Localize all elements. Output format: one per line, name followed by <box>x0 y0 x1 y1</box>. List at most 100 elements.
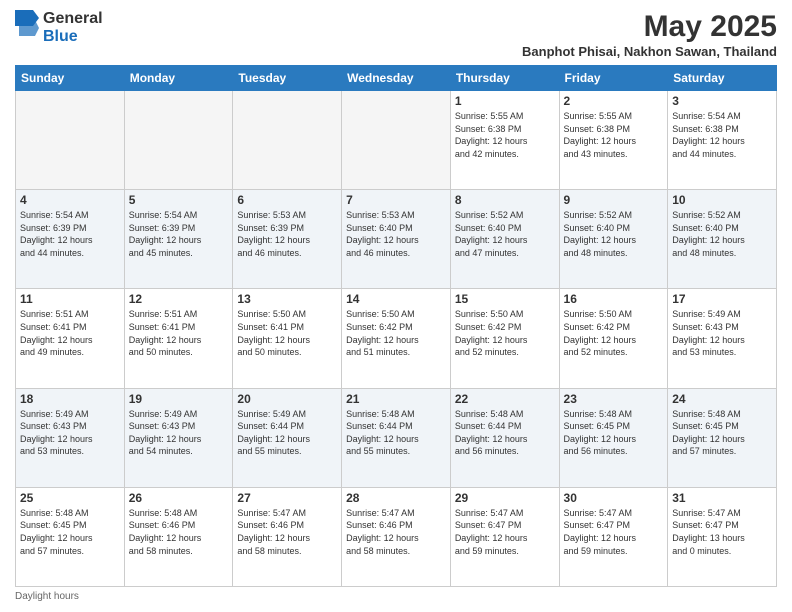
calendar-cell: 13Sunrise: 5:50 AM Sunset: 6:41 PM Dayli… <box>233 289 342 388</box>
calendar-cell: 16Sunrise: 5:50 AM Sunset: 6:42 PM Dayli… <box>559 289 668 388</box>
day-info: Sunrise: 5:47 AM Sunset: 6:47 PM Dayligh… <box>672 507 772 557</box>
calendar-week-4: 18 Sunrise: 5:49 AM Sunset: 6:43 PM Dayli… <box>16 388 777 487</box>
day-number: 4 <box>20 193 120 207</box>
calendar-cell: 1 Sunrise: 5:55 AM Sunset: 6:38 PM Daylig… <box>450 91 559 190</box>
calendar-cell <box>16 91 125 190</box>
day-number: 9 <box>564 193 664 207</box>
calendar-cell: 31 Sunrise: 5:47 AM Sunset: 6:47 PM Dayli… <box>668 487 777 586</box>
day-info: Sunrise: 5:47 AM Sunset: 6:46 PM Dayligh… <box>346 507 446 557</box>
day-info: Sunrise: 5:54 AM Sunset: 6:38 PM Dayligh… <box>672 110 772 160</box>
day-info: Sunrise: 5:55 AM Sunset: 6:38 PM Dayligh… <box>564 110 664 160</box>
day-info: Sunrise: 5:51 AM Sunset: 6:41 PM Dayligh… <box>129 308 229 358</box>
day-info: Sunrise: 5:48 AM Sunset: 6:45 PM Dayligh… <box>672 408 772 458</box>
day-info: Sunrise: 5:47 AM Sunset: 6:47 PM Dayligh… <box>564 507 664 557</box>
calendar-cell: 28 Sunrise: 5:47 AM Sunset: 6:46 PM Dayli… <box>342 487 451 586</box>
day-info: Sunrise: 5:52 AM Sunset: 6:40 PM Dayligh… <box>564 209 664 259</box>
calendar-cell: 8Sunrise: 5:52 AM Sunset: 6:40 PM Daylig… <box>450 190 559 289</box>
title-section: May 2025 Banphot Phisai, Nakhon Sawan, T… <box>522 10 777 59</box>
day-number: 2 <box>564 94 664 108</box>
calendar-header-row: SundayMondayTuesdayWednesdayThursdayFrid… <box>16 66 777 91</box>
calendar-table: SundayMondayTuesdayWednesdayThursdayFrid… <box>15 65 777 587</box>
day-info: Sunrise: 5:48 AM Sunset: 6:44 PM Dayligh… <box>455 408 555 458</box>
calendar-cell: 29 Sunrise: 5:47 AM Sunset: 6:47 PM Dayli… <box>450 487 559 586</box>
calendar-cell: 2 Sunrise: 5:55 AM Sunset: 6:38 PM Daylig… <box>559 91 668 190</box>
calendar-header-saturday: Saturday <box>668 66 777 91</box>
calendar-cell: 21Sunrise: 5:48 AM Sunset: 6:44 PM Dayli… <box>342 388 451 487</box>
day-number: 7 <box>346 193 446 207</box>
day-number: 28 <box>346 491 446 505</box>
day-info: Sunrise: 5:54 AM Sunset: 6:39 PM Dayligh… <box>20 209 120 259</box>
day-info: Sunrise: 5:47 AM Sunset: 6:46 PM Dayligh… <box>237 507 337 557</box>
day-info: Sunrise: 5:50 AM Sunset: 6:42 PM Dayligh… <box>455 308 555 358</box>
day-number: 22 <box>455 392 555 406</box>
logo-general: General <box>43 10 103 28</box>
calendar-cell: 15Sunrise: 5:50 AM Sunset: 6:42 PM Dayli… <box>450 289 559 388</box>
calendar-week-2: 4 Sunrise: 5:54 AM Sunset: 6:39 PM Daylig… <box>16 190 777 289</box>
day-number: 29 <box>455 491 555 505</box>
day-number: 3 <box>672 94 772 108</box>
header: General Blue May 2025 Banphot Phisai, Na… <box>15 10 777 59</box>
calendar-header-thursday: Thursday <box>450 66 559 91</box>
calendar-cell: 14Sunrise: 5:50 AM Sunset: 6:42 PM Dayli… <box>342 289 451 388</box>
subtitle: Banphot Phisai, Nakhon Sawan, Thailand <box>522 44 777 59</box>
logo-icon <box>15 10 39 40</box>
day-number: 11 <box>20 292 120 306</box>
day-info: Sunrise: 5:47 AM Sunset: 6:47 PM Dayligh… <box>455 507 555 557</box>
day-info: Sunrise: 5:49 AM Sunset: 6:43 PM Dayligh… <box>129 408 229 458</box>
calendar-cell: 23 Sunrise: 5:48 AM Sunset: 6:45 PM Dayli… <box>559 388 668 487</box>
calendar-cell: 17 Sunrise: 5:49 AM Sunset: 6:43 PM Dayli… <box>668 289 777 388</box>
calendar-cell: 18Sunrise: 5:49 AM Sunset: 6:43 PM Dayli… <box>16 388 125 487</box>
calendar-cell <box>342 91 451 190</box>
day-info: Sunrise: 5:48 AM Sunset: 6:44 PM Dayligh… <box>346 408 446 458</box>
day-number: 31 <box>672 491 772 505</box>
calendar-cell: 3 Sunrise: 5:54 AM Sunset: 6:38 PM Daylig… <box>668 91 777 190</box>
day-number: 20 <box>237 392 337 406</box>
calendar-cell: 25 Sunrise: 5:48 AM Sunset: 6:45 PM Dayli… <box>16 487 125 586</box>
daylight-label: Daylight hours <box>15 591 79 602</box>
day-info: Sunrise: 5:52 AM Sunset: 6:40 PM Dayligh… <box>672 209 772 259</box>
logo: General Blue <box>15 10 103 45</box>
footer: Daylight hours <box>15 591 777 602</box>
day-info: Sunrise: 5:50 AM Sunset: 6:42 PM Dayligh… <box>564 308 664 358</box>
calendar-cell: 10Sunrise: 5:52 AM Sunset: 6:40 PM Dayli… <box>668 190 777 289</box>
calendar-cell: 12 Sunrise: 5:51 AM Sunset: 6:41 PM Dayli… <box>124 289 233 388</box>
calendar-header-sunday: Sunday <box>16 66 125 91</box>
calendar-cell: 6 Sunrise: 5:53 AM Sunset: 6:39 PM Daylig… <box>233 190 342 289</box>
day-info: Sunrise: 5:48 AM Sunset: 6:45 PM Dayligh… <box>20 507 120 557</box>
day-info: Sunrise: 5:53 AM Sunset: 6:39 PM Dayligh… <box>237 209 337 259</box>
day-number: 25 <box>20 491 120 505</box>
calendar-cell: 19 Sunrise: 5:49 AM Sunset: 6:43 PM Dayli… <box>124 388 233 487</box>
calendar-header-wednesday: Wednesday <box>342 66 451 91</box>
day-number: 19 <box>129 392 229 406</box>
day-number: 23 <box>564 392 664 406</box>
calendar-cell: 27 Sunrise: 5:47 AM Sunset: 6:46 PM Dayli… <box>233 487 342 586</box>
day-number: 6 <box>237 193 337 207</box>
day-info: Sunrise: 5:48 AM Sunset: 6:45 PM Dayligh… <box>564 408 664 458</box>
day-info: Sunrise: 5:55 AM Sunset: 6:38 PM Dayligh… <box>455 110 555 160</box>
calendar-header-tuesday: Tuesday <box>233 66 342 91</box>
calendar-cell: 7Sunrise: 5:53 AM Sunset: 6:40 PM Daylig… <box>342 190 451 289</box>
day-info: Sunrise: 5:52 AM Sunset: 6:40 PM Dayligh… <box>455 209 555 259</box>
day-info: Sunrise: 5:54 AM Sunset: 6:39 PM Dayligh… <box>129 209 229 259</box>
day-info: Sunrise: 5:49 AM Sunset: 6:43 PM Dayligh… <box>672 308 772 358</box>
calendar-week-5: 25 Sunrise: 5:48 AM Sunset: 6:45 PM Dayli… <box>16 487 777 586</box>
calendar-cell <box>233 91 342 190</box>
calendar-cell: 20Sunrise: 5:49 AM Sunset: 6:44 PM Dayli… <box>233 388 342 487</box>
day-number: 14 <box>346 292 446 306</box>
day-number: 18 <box>20 392 120 406</box>
calendar-cell: 4 Sunrise: 5:54 AM Sunset: 6:39 PM Daylig… <box>16 190 125 289</box>
day-number: 27 <box>237 491 337 505</box>
calendar-header-monday: Monday <box>124 66 233 91</box>
day-info: Sunrise: 5:51 AM Sunset: 6:41 PM Dayligh… <box>20 308 120 358</box>
calendar-cell: 26Sunrise: 5:48 AM Sunset: 6:46 PM Dayli… <box>124 487 233 586</box>
logo-blue: Blue <box>43 28 103 46</box>
calendar-header-friday: Friday <box>559 66 668 91</box>
calendar-cell <box>124 91 233 190</box>
day-number: 24 <box>672 392 772 406</box>
day-info: Sunrise: 5:48 AM Sunset: 6:46 PM Dayligh… <box>129 507 229 557</box>
calendar-cell: 24 Sunrise: 5:48 AM Sunset: 6:45 PM Dayli… <box>668 388 777 487</box>
day-number: 17 <box>672 292 772 306</box>
day-number: 13 <box>237 292 337 306</box>
day-number: 1 <box>455 94 555 108</box>
day-number: 12 <box>129 292 229 306</box>
